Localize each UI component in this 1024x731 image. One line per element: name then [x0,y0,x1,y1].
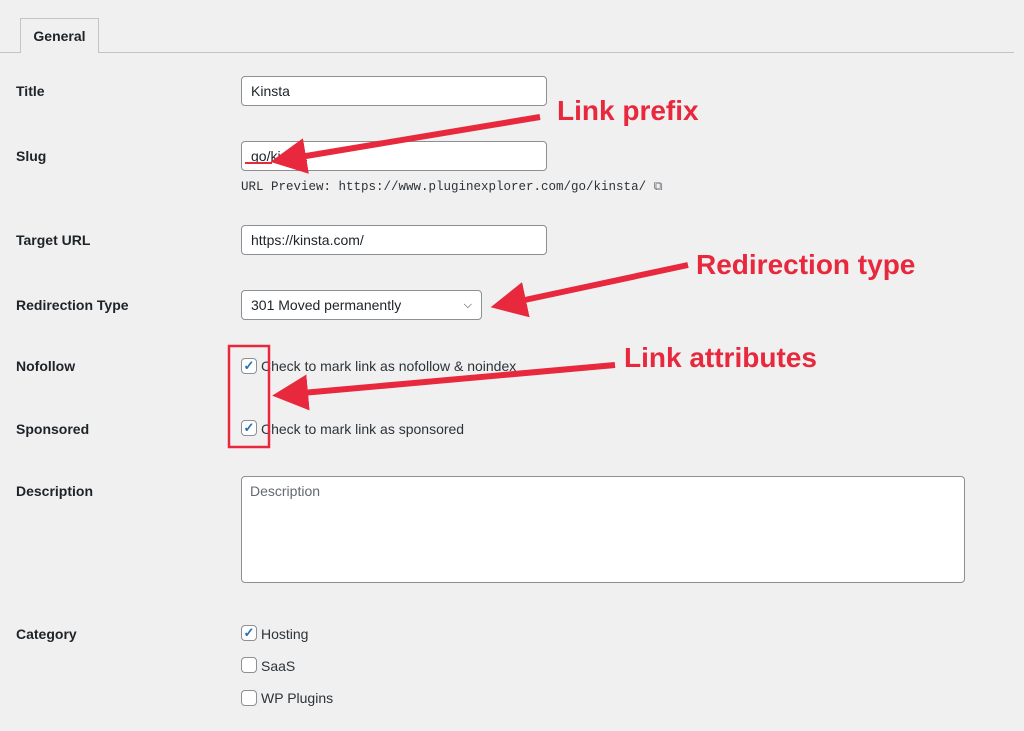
annotation-overlay [227,114,689,449]
redirection-type-annotation: Redirection type [696,249,916,280]
link-attributes-annotation: Link attributes [624,342,817,373]
checkbox-highlight-box [227,344,271,449]
link-prefix-arrow [270,114,541,174]
link-prefix-annotation: Link prefix [557,95,699,126]
redirection-type-arrow [490,262,689,318]
link-attributes-arrow [272,362,616,411]
